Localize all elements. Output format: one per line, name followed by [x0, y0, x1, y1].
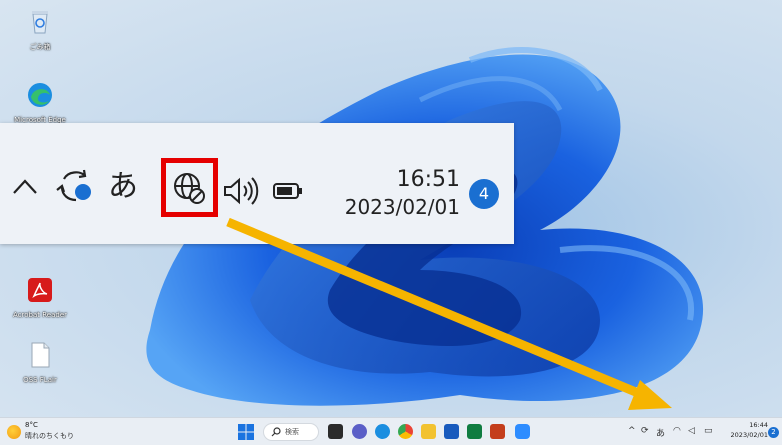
search-label: 検索	[285, 428, 299, 436]
weather-sun-icon[interactable]	[7, 425, 21, 439]
search-icon	[271, 427, 281, 437]
word-icon[interactable]	[444, 424, 459, 439]
chat-icon[interactable]	[352, 424, 367, 439]
tray-clock-date[interactable]: 2023/02/01	[725, 431, 768, 439]
tray-speaker-icon[interactable]: ◁	[688, 426, 695, 436]
tray-battery-icon[interactable]: ▭	[704, 426, 713, 436]
clock-date[interactable]: 2023/02/01	[330, 194, 460, 220]
weather-condition[interactable]: 晴れのちくもり	[25, 431, 74, 441]
notification-badge[interactable]: 4	[469, 179, 499, 209]
desktop-icon-label: Acrobat Reader	[13, 311, 67, 319]
taskbar: 8°C 晴れのちくもり 検索 ^ ⟳ あ ◠ ◁ ▭ 16:44 2023/02…	[0, 417, 782, 445]
tray-clock-time[interactable]: 16:44	[738, 421, 768, 429]
desktop-icon-document[interactable]: OSS FLair	[10, 340, 70, 384]
edge-taskbar-icon[interactable]	[375, 424, 390, 439]
desktop-icon-acrobat-reader[interactable]: Acrobat Reader	[10, 275, 70, 319]
highlight-box	[161, 158, 218, 217]
zoom-app-icon[interactable]	[515, 424, 530, 439]
document-icon	[31, 342, 50, 368]
speaker-volume-icon[interactable]	[222, 175, 262, 207]
recycle-bin-icon	[32, 11, 48, 34]
onedrive-sync-icon[interactable]	[54, 165, 98, 209]
acrobat-reader-icon	[28, 278, 52, 302]
battery-icon[interactable]	[272, 181, 304, 201]
tray-wifi-icon[interactable]: ◠	[673, 426, 681, 436]
chrome-icon[interactable]	[398, 424, 413, 439]
start-windows-icon[interactable]	[238, 424, 254, 440]
chevron-up-icon[interactable]	[10, 172, 40, 202]
taskbar-search-box[interactable]: 検索	[263, 423, 319, 441]
desktop-icon-label: OSS FLair	[23, 376, 57, 384]
file-explorer-icon[interactable]	[421, 424, 436, 439]
tray-sync-icon[interactable]: ⟳	[641, 426, 649, 436]
ime-mode-indicator[interactable]: あ	[108, 172, 138, 202]
desktop-icon-edge[interactable]: Microsoft Edge	[10, 80, 70, 124]
tray-chevron-up-icon[interactable]: ^	[628, 426, 636, 436]
desktop-icon-label: ごみ箱	[29, 43, 51, 51]
tray-notification-badge[interactable]: 2	[768, 427, 779, 438]
edge-icon	[28, 83, 52, 107]
weather-temperature[interactable]: 8°C	[25, 421, 38, 429]
powerpoint-icon[interactable]	[490, 424, 505, 439]
clock-time[interactable]: 16:51	[340, 167, 460, 193]
excel-icon[interactable]	[467, 424, 482, 439]
desktop-icon-recycle-bin[interactable]: ごみ箱	[10, 6, 70, 52]
task-view-icon[interactable]	[328, 424, 343, 439]
tray-ime-indicator[interactable]: あ	[656, 426, 665, 439]
